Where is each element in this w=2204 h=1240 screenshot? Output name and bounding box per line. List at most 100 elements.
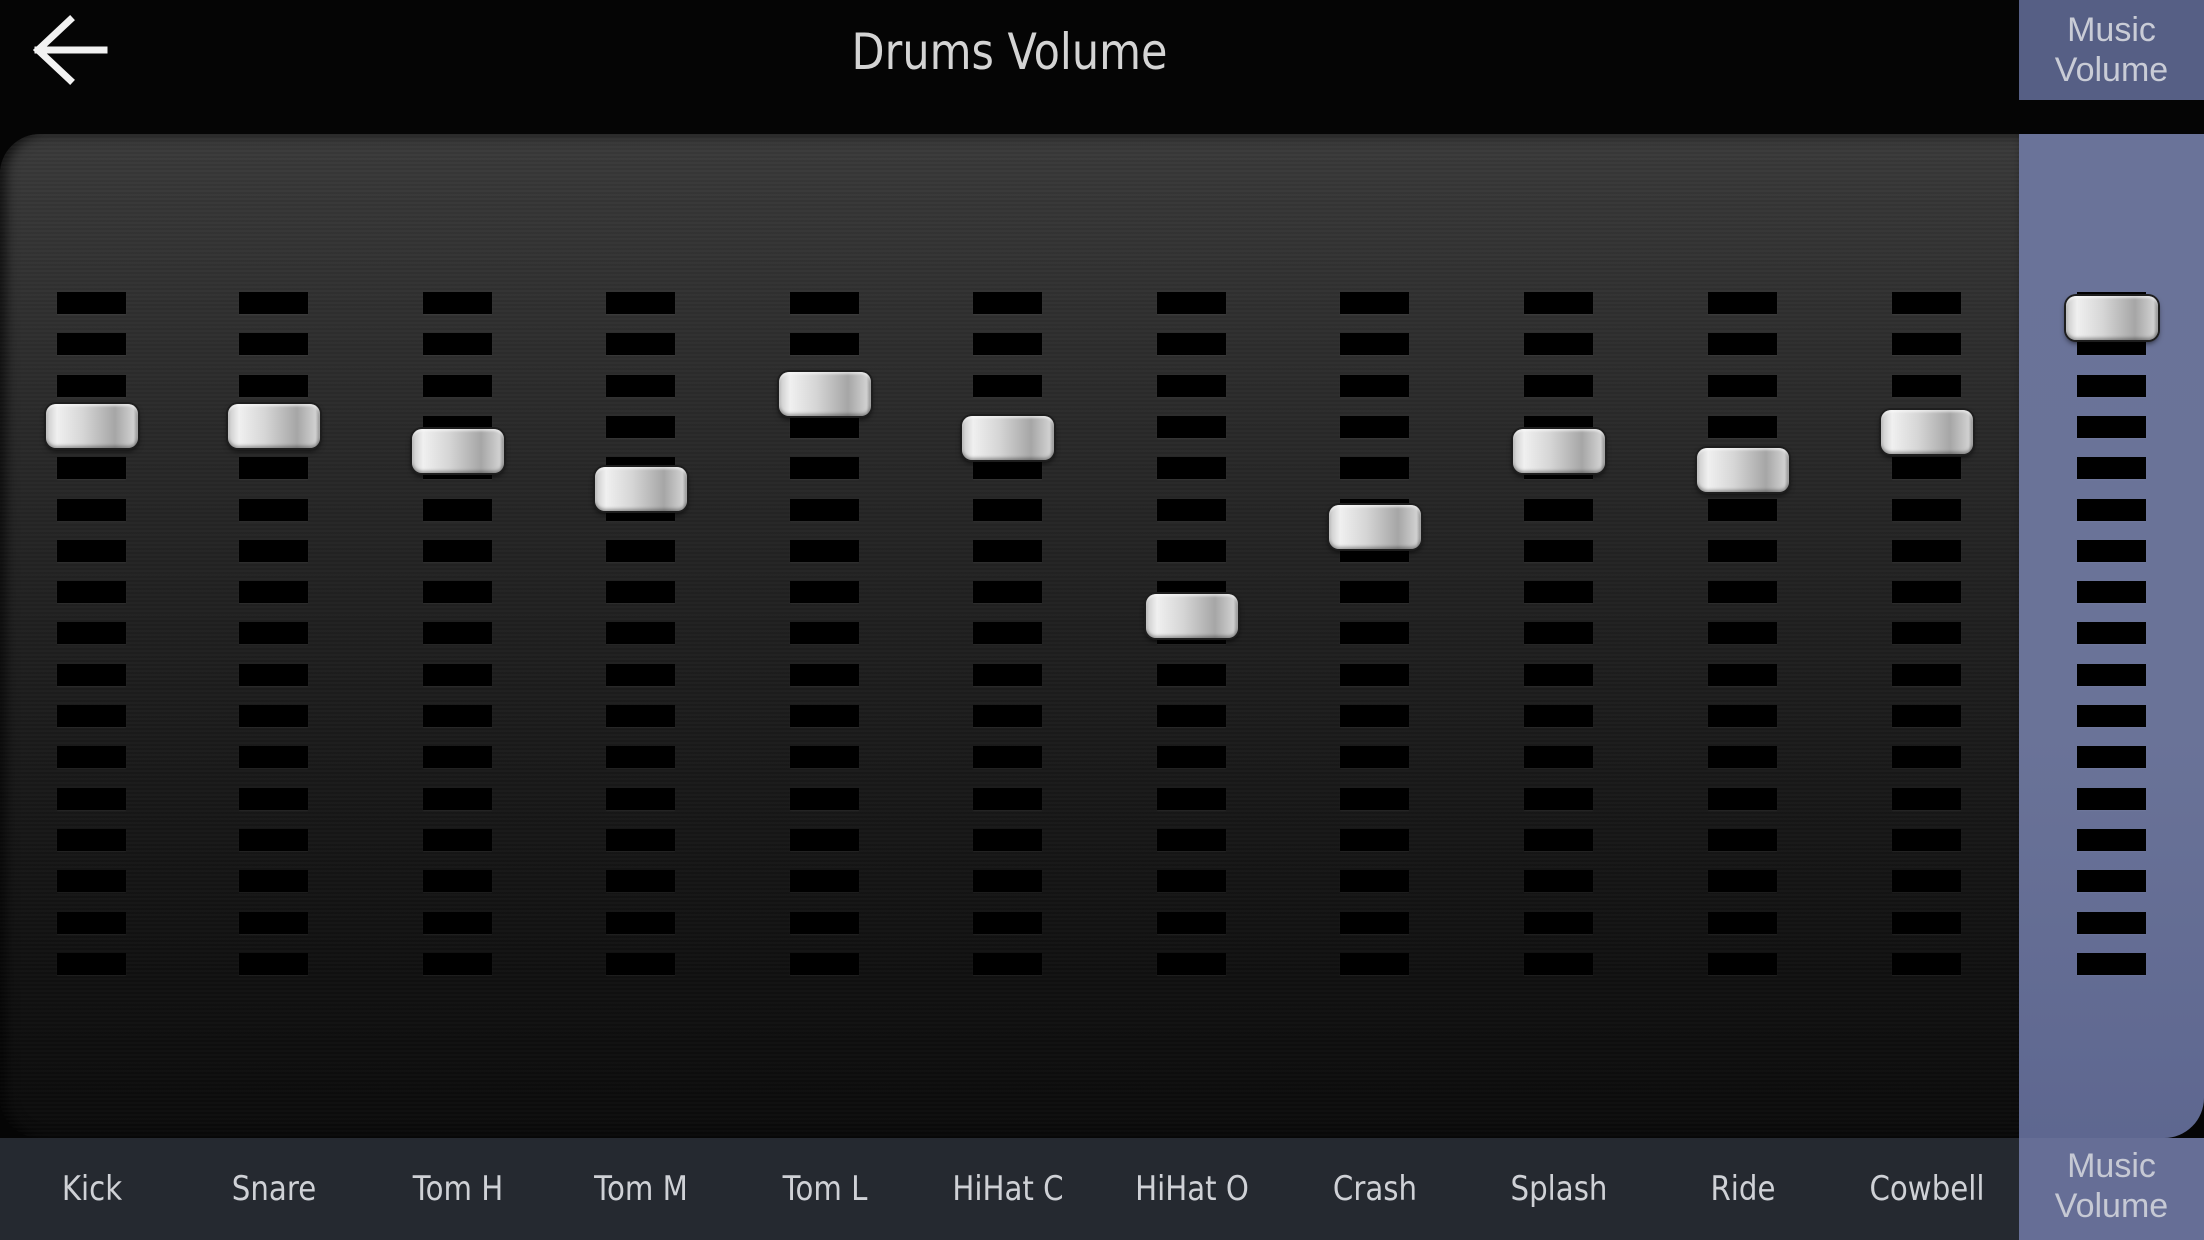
fader-slot bbox=[57, 539, 126, 562]
fader-knob[interactable] bbox=[1513, 429, 1605, 474]
fader-slot bbox=[57, 663, 126, 686]
back-button[interactable] bbox=[30, 14, 110, 86]
music-volume-button[interactable]: Music Volume bbox=[2019, 0, 2204, 100]
volume-fader-tom-h[interactable] bbox=[408, 292, 508, 975]
fader-slot bbox=[423, 663, 492, 686]
fader-knob[interactable] bbox=[46, 403, 138, 448]
fader-slot bbox=[239, 581, 308, 604]
fader-slot bbox=[1708, 787, 1777, 810]
fader-knob[interactable] bbox=[1881, 410, 1973, 455]
fader-slot bbox=[1157, 498, 1226, 521]
fader-slot bbox=[2077, 539, 2146, 562]
fader-slot bbox=[606, 622, 675, 645]
channel-label: Splash bbox=[1510, 1169, 1608, 1209]
fader-slot bbox=[1892, 911, 1961, 934]
fader-slot bbox=[2077, 457, 2146, 480]
fader-slot bbox=[1157, 828, 1226, 851]
fader-slot bbox=[1524, 787, 1593, 810]
fader-slot bbox=[1708, 539, 1777, 562]
channel-label: Ride bbox=[1710, 1169, 1776, 1209]
fader-slot bbox=[239, 952, 308, 975]
volume-fader-cowbell[interactable] bbox=[1877, 292, 1977, 975]
fader-slot bbox=[1524, 870, 1593, 893]
fader-slot bbox=[973, 333, 1042, 356]
fader-knob[interactable] bbox=[962, 416, 1054, 461]
volume-fader-music[interactable] bbox=[2062, 292, 2162, 975]
volume-fader-hihat-o[interactable] bbox=[1142, 292, 1242, 975]
fader-slot bbox=[239, 746, 308, 769]
fader-slot bbox=[973, 746, 1042, 769]
fader-slot bbox=[423, 333, 492, 356]
fader-slot bbox=[790, 952, 859, 975]
fader-slot bbox=[1157, 415, 1226, 438]
music-volume-label-line1: Music bbox=[2067, 11, 2156, 49]
fader-knob[interactable] bbox=[595, 467, 687, 512]
fader-slot bbox=[973, 911, 1042, 934]
fader-slot bbox=[239, 457, 308, 480]
fader-slot bbox=[606, 663, 675, 686]
fader-slot bbox=[973, 374, 1042, 397]
fader-slot bbox=[790, 870, 859, 893]
fader-slot bbox=[1892, 581, 1961, 604]
fader-slot bbox=[606, 333, 675, 356]
volume-fader-hihat-c[interactable] bbox=[958, 292, 1058, 975]
fader-slot bbox=[57, 870, 126, 893]
fader-slot bbox=[790, 663, 859, 686]
volume-fader-kick[interactable] bbox=[42, 292, 142, 975]
music-volume-label-line2: Volume bbox=[2054, 51, 2169, 89]
channel-label: Tom M bbox=[594, 1169, 688, 1209]
fader-slot bbox=[1524, 622, 1593, 645]
fader-slot bbox=[57, 292, 126, 314]
fader-knob[interactable] bbox=[412, 429, 504, 474]
fader-slot bbox=[239, 622, 308, 645]
fader-slot bbox=[973, 581, 1042, 604]
fader-knob[interactable] bbox=[779, 372, 871, 417]
fader-slot bbox=[973, 622, 1042, 645]
fader-slot bbox=[606, 374, 675, 397]
fader-slot bbox=[2077, 374, 2146, 397]
volume-fader-splash[interactable] bbox=[1509, 292, 1609, 975]
fader-slot bbox=[1340, 828, 1409, 851]
fader-knob[interactable] bbox=[1146, 593, 1238, 638]
fader-slot bbox=[973, 457, 1042, 480]
fader-slot bbox=[973, 952, 1042, 975]
fader-slot bbox=[239, 787, 308, 810]
fader-slot bbox=[1524, 333, 1593, 356]
fader-slot bbox=[57, 457, 126, 480]
fader-slot bbox=[2077, 415, 2146, 438]
volume-fader-crash[interactable] bbox=[1325, 292, 1425, 975]
fader-slot bbox=[606, 952, 675, 975]
fader-slot bbox=[1892, 374, 1961, 397]
volume-fader-tom-l[interactable] bbox=[775, 292, 875, 975]
fader-slot bbox=[1708, 622, 1777, 645]
fader-slot bbox=[1892, 333, 1961, 356]
fader-knob[interactable] bbox=[228, 403, 320, 448]
fader-slot bbox=[1708, 705, 1777, 727]
fader-slot bbox=[1340, 333, 1409, 356]
fader-slot bbox=[1708, 952, 1777, 975]
fader-slot bbox=[1157, 787, 1226, 810]
volume-fader-tom-m[interactable] bbox=[591, 292, 691, 975]
fader-slot bbox=[423, 539, 492, 562]
fader-knob[interactable] bbox=[1697, 448, 1789, 493]
fader-slot bbox=[423, 870, 492, 893]
fader-slot bbox=[1524, 292, 1593, 314]
volume-fader-ride[interactable] bbox=[1693, 292, 1793, 975]
fader-slot bbox=[2077, 828, 2146, 851]
fader-slot bbox=[2077, 952, 2146, 975]
fader-slot bbox=[1157, 746, 1226, 769]
fader-knob[interactable] bbox=[2066, 296, 2158, 340]
channel-label: Crash bbox=[1332, 1169, 1418, 1209]
fader-slot bbox=[790, 539, 859, 562]
fader-slot bbox=[239, 292, 308, 314]
fader-slot bbox=[1524, 952, 1593, 975]
fader-slot bbox=[790, 911, 859, 934]
fader-slot bbox=[973, 870, 1042, 893]
channel-label: Kick bbox=[61, 1169, 123, 1209]
fader-slot bbox=[790, 622, 859, 645]
fader-slot bbox=[2077, 705, 2146, 727]
fader-slot bbox=[1157, 911, 1226, 934]
fader-slot bbox=[1892, 746, 1961, 769]
fader-knob[interactable] bbox=[1329, 505, 1421, 550]
volume-fader-snare[interactable] bbox=[224, 292, 324, 975]
